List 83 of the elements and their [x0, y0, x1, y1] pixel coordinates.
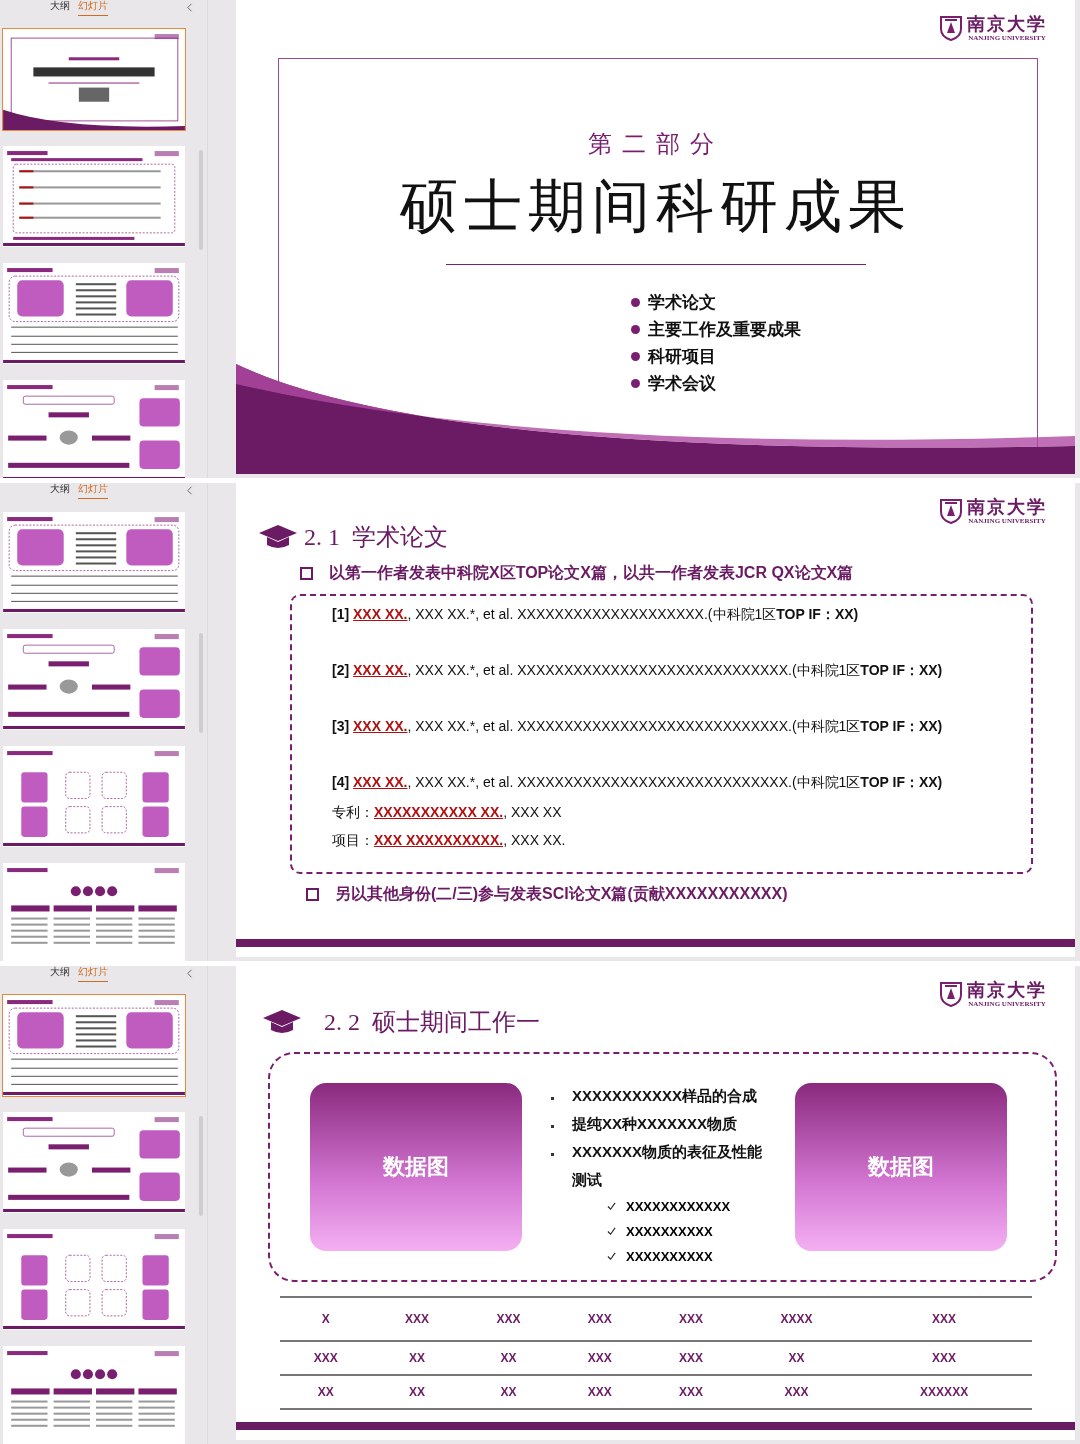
university-name: 南京大学: [967, 497, 1047, 517]
section-label: 第二部分: [587, 130, 724, 159]
table-cell: XXX: [856, 1297, 1032, 1341]
check-item: XXXXXXXXXX: [626, 1248, 713, 1266]
table-cell: XXX: [645, 1341, 737, 1375]
reference: 专利：XXXXXXXXXXX XX., XXX XX: [332, 804, 563, 822]
reference: 项目：XXX XXXXXXXXXX., XXX XX.: [332, 832, 567, 850]
table-cell: X: [280, 1297, 372, 1341]
emblem-icon: [939, 981, 963, 1007]
slide-thumbnail[interactable]: [2, 28, 186, 131]
slide-heading: 2. 1 学术论文: [304, 523, 448, 552]
slide-thumbnail[interactable]: [2, 994, 186, 1097]
table-cell: XXXXXX: [856, 1375, 1032, 1409]
table-cell: XX: [462, 1375, 555, 1409]
table-cell: XXX: [645, 1375, 737, 1409]
slide-thumbnail[interactable]: [2, 1111, 186, 1214]
slide-thumbnail[interactable]: [2, 511, 186, 614]
panel-tab[interactable]: 大纲: [50, 483, 70, 499]
table-cell: XX: [371, 1375, 463, 1409]
slide-thumbnail[interactable]: [2, 145, 186, 248]
table-cell: XXX: [736, 1375, 857, 1409]
table-cell: XXX: [554, 1375, 646, 1409]
bullet-item: 科研项目: [647, 346, 716, 368]
claim-text: 另以其他身份(二/三)参与发表SCI论文X篇(贡献XXXXXXXXXXX): [335, 884, 788, 905]
bullet-icon: [630, 298, 640, 307]
bullet-icon: [630, 352, 640, 361]
bullet-item: 主要工作及重要成果: [647, 319, 801, 341]
slide-thumbnail[interactable]: [2, 862, 186, 961]
slide-thumbnail[interactable]: [2, 628, 186, 731]
panel-tab[interactable]: 大纲: [50, 0, 70, 16]
graduation-cap-icon: [258, 523, 298, 551]
square-bullet-icon: [300, 567, 313, 580]
table-cell: XXX: [645, 1297, 737, 1341]
data-figure-box: 数据图: [310, 1083, 522, 1251]
check-item: XXXXXXXXXXXX: [626, 1198, 731, 1216]
slide-thumbnail[interactable]: [2, 1228, 186, 1331]
table-cell: XXX: [280, 1341, 372, 1375]
square-bullet-icon: [306, 888, 319, 901]
slide-thumbnail[interactable]: [2, 745, 186, 848]
reference: [2] XXX XX., XXX XX.*, et al. XXXXXXXXXXXXXXXXXXXXXXXXXXXXX.(中科院1区TOP IF：XX): [332, 662, 944, 680]
university-name: 南京大学: [967, 980, 1047, 1000]
check-item: XXXXXXXXXX: [626, 1223, 713, 1241]
emblem-icon: [939, 498, 963, 524]
panel-tab[interactable]: 大纲: [50, 966, 70, 982]
table-cell: XXX: [462, 1297, 555, 1341]
university-name: 南京大学: [967, 14, 1047, 34]
table-cell: XX: [736, 1341, 857, 1375]
table-cell: XXXX: [736, 1297, 857, 1341]
check-icon: [607, 1227, 616, 1236]
bullet-icon: [551, 1097, 554, 1100]
bullet-icon: [630, 325, 640, 334]
check-icon: [607, 1202, 616, 1211]
table-cell: XX: [280, 1375, 372, 1409]
table-cell: XX: [371, 1341, 463, 1375]
emblem-icon: [939, 15, 963, 41]
bullet-icon: [630, 379, 640, 388]
data-figure-box: 数据图: [795, 1083, 1007, 1251]
bullet-item: 学术论文: [647, 292, 716, 314]
table-cell: XX: [462, 1341, 555, 1375]
slide-thumbnail[interactable]: [2, 262, 186, 365]
table-cell: XXX: [554, 1297, 646, 1341]
bullet-icon: [551, 1125, 554, 1128]
bullet-item: 提纯XX种XXXXXXX物质: [572, 1114, 738, 1134]
bullet-item: XXXXXXX物质的表征及性能测试: [572, 1142, 764, 1190]
collapse-icon[interactable]: [187, 485, 193, 495]
slide-thumbnail[interactable]: [2, 379, 186, 478]
slide-title: 硕士期间科研成果: [399, 171, 912, 242]
slide-heading: 2. 2 硕士期间工作一: [324, 1008, 540, 1037]
bullet-item: 学术会议: [647, 373, 716, 395]
reference: [3] XXX XX., XXX XX.*, et al. XXXXXXXXXXXXXXXXXXXXXXXXXXXXX.(中科院1区TOP IF：XX): [332, 718, 944, 736]
table-cell: XXX: [371, 1297, 463, 1341]
collapse-icon[interactable]: [187, 968, 193, 978]
bullet-icon: [551, 1153, 554, 1156]
reference: [4] XXX XX., XXX XX.*, et al. XXXXXXXXXXXXXXXXXXXXXXXXXXXXX.(中科院1区TOP IF：XX): [332, 774, 944, 792]
slide-thumbnail[interactable]: [2, 1345, 186, 1444]
collapse-icon[interactable]: [187, 2, 193, 12]
table-cell: XXX: [554, 1341, 646, 1375]
bullet-item: XXXXXXXXXXX样品的合成: [572, 1086, 758, 1106]
table-cell: XXX: [856, 1341, 1032, 1375]
check-icon: [607, 1252, 616, 1261]
claim-text: 以第一作者发表中科院X区TOP论文X篇，以共一作者发表JCR QX论文X篇: [329, 563, 854, 583]
reference: [1] XXX XX., XXX XX.*, et al. XXXXXXXXXXXXXXXXXXXX.(中科院1区TOP IF：XX): [332, 606, 860, 624]
graduation-cap-icon: [262, 1008, 302, 1036]
